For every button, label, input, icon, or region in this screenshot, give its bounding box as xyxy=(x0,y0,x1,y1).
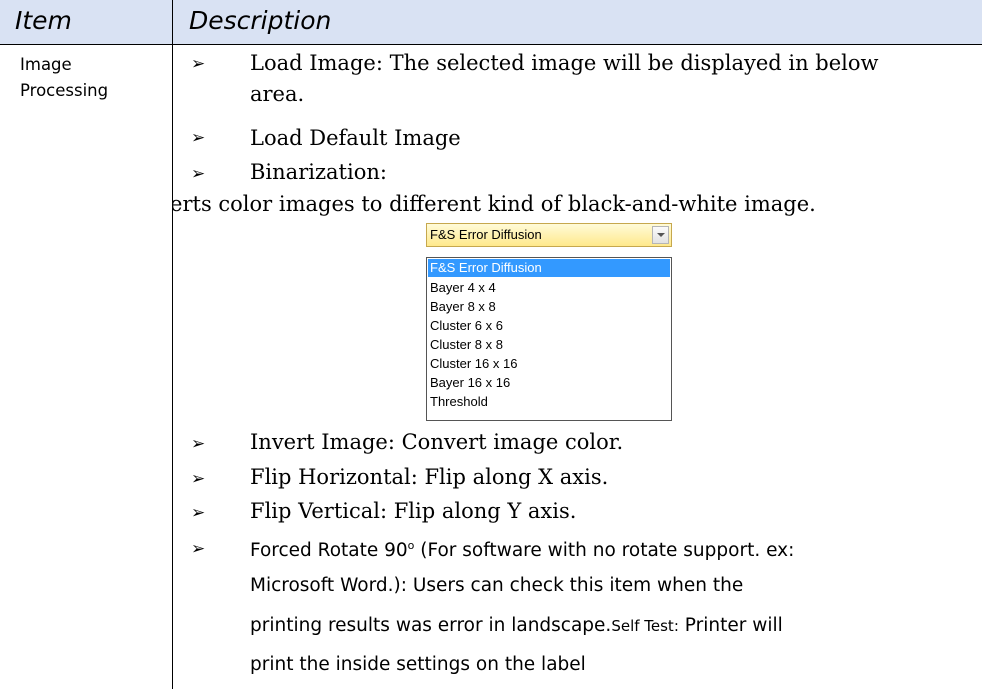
forced-rotate-line-1: Forced Rotate 90o (For software with no … xyxy=(250,531,794,566)
binarization-text: Binarization: xyxy=(250,160,387,184)
flip-vertical-text: Flip Vertical: Flip along Y axis. xyxy=(250,499,577,523)
option-cluster-6x6[interactable]: Cluster 6 x 6 xyxy=(428,317,670,335)
self-test-label: Self Test xyxy=(611,617,674,635)
invert-text: Invert Image: Convert image color. xyxy=(250,430,624,454)
option-threshold[interactable]: Threshold xyxy=(428,393,670,411)
bullet-icon: ➢ xyxy=(191,128,206,148)
forced-rotate-line-4: print the inside settings on the label xyxy=(250,654,586,675)
option-fs-error-diffusion[interactable]: F&S Error Diffusion xyxy=(428,259,670,277)
option-bayer-8x8[interactable]: Bayer 8 x 8 xyxy=(428,298,670,316)
item-cell: Image Processing xyxy=(20,52,108,104)
bullet-icon: ➢ xyxy=(191,503,206,523)
header-item: Item xyxy=(15,6,72,35)
dropdown-button[interactable] xyxy=(652,226,669,244)
binarization-desc: rerts color images to different kind of … xyxy=(160,192,816,216)
load-default-text: Load Default Image xyxy=(250,126,461,150)
bullet-icon: ➢ xyxy=(191,54,206,74)
forced-rotate-label: Forced Rotate 90 xyxy=(250,540,408,562)
table-header: Item Description xyxy=(0,0,982,45)
bullet-icon: ➢ xyxy=(191,469,206,489)
select-value: F&S Error Diffusion xyxy=(430,227,542,242)
bullet-icon: ➢ xyxy=(191,434,206,454)
bullet-icon: ➢ xyxy=(191,539,206,559)
option-cluster-16x16[interactable]: Cluster 16 x 16 xyxy=(428,355,670,373)
bullet-icon: ➢ xyxy=(191,164,206,184)
binarization-options-list[interactable]: F&S Error Diffusion Bayer 4 x 4 Bayer 8 … xyxy=(426,257,672,421)
load-image-text: Load Image: The selected image will be d… xyxy=(250,51,879,75)
chevron-down-icon xyxy=(657,233,665,237)
option-cluster-8x8[interactable]: Cluster 8 x 8 xyxy=(428,336,670,354)
flip-horizontal-text: Flip Horizontal: Flip along X axis. xyxy=(250,465,609,489)
binarization-select[interactable]: F&S Error Diffusion xyxy=(426,223,672,247)
item-line-1: Image xyxy=(20,55,72,74)
load-image-cont-text: area. xyxy=(250,82,305,106)
self-test-text: Printer will xyxy=(678,615,783,636)
option-bayer-4x4[interactable]: Bayer 4 x 4 xyxy=(428,279,670,297)
item-line-2: Processing xyxy=(20,81,109,100)
forced-rotate-line-3: printing results was error in landscape.… xyxy=(250,611,783,641)
column-divider xyxy=(172,0,173,689)
header-description: Description xyxy=(189,6,332,35)
option-bayer-16x16[interactable]: Bayer 16 x 16 xyxy=(428,374,670,392)
forced-rotate-line-2: Microsoft Word.): Users can check this i… xyxy=(250,575,744,596)
forced-line3-text: printing results was error in landscape. xyxy=(250,615,612,636)
forced-rotate-note: (For software with no rotate support. ex… xyxy=(414,540,795,562)
